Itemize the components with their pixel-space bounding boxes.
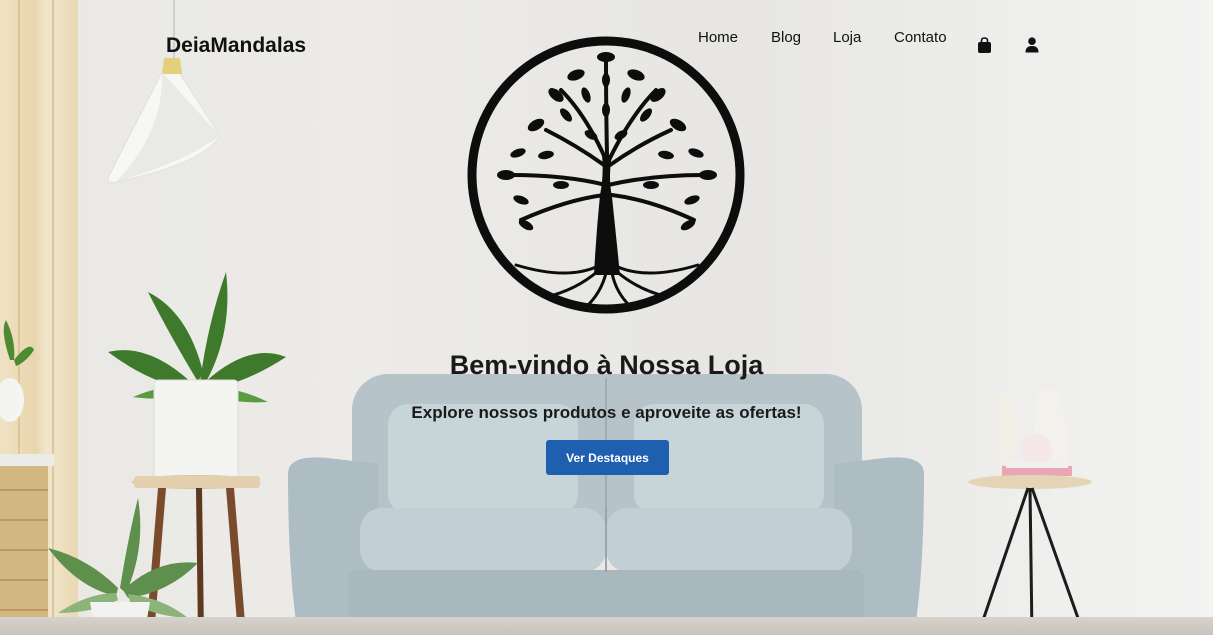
hero-title: Bem-vindo à Nossa Loja	[449, 350, 764, 380]
nav-loja-link[interactable]: Loja	[833, 29, 861, 46]
ver-destaques-button[interactable]: Ver Destaques	[546, 440, 669, 475]
tree-of-life-mandala-image	[467, 36, 745, 314]
brand-logo[interactable]: DeiaMandalas	[166, 34, 306, 58]
user-icon[interactable]	[1025, 37, 1039, 57]
nav-home-link[interactable]: Home	[698, 29, 738, 46]
nav-contato-link[interactable]: Contato	[894, 29, 947, 46]
shopping-bag-icon[interactable]	[977, 37, 992, 58]
nav-blog-link[interactable]: Blog	[771, 29, 801, 46]
side-table-vases-image	[968, 389, 1092, 635]
floor	[0, 617, 1213, 635]
potted-plant-image	[48, 498, 198, 635]
pendant-lamp-image	[107, 58, 221, 183]
hero-subtitle: Explore nossos produtos e aproveite as o…	[411, 403, 802, 422]
